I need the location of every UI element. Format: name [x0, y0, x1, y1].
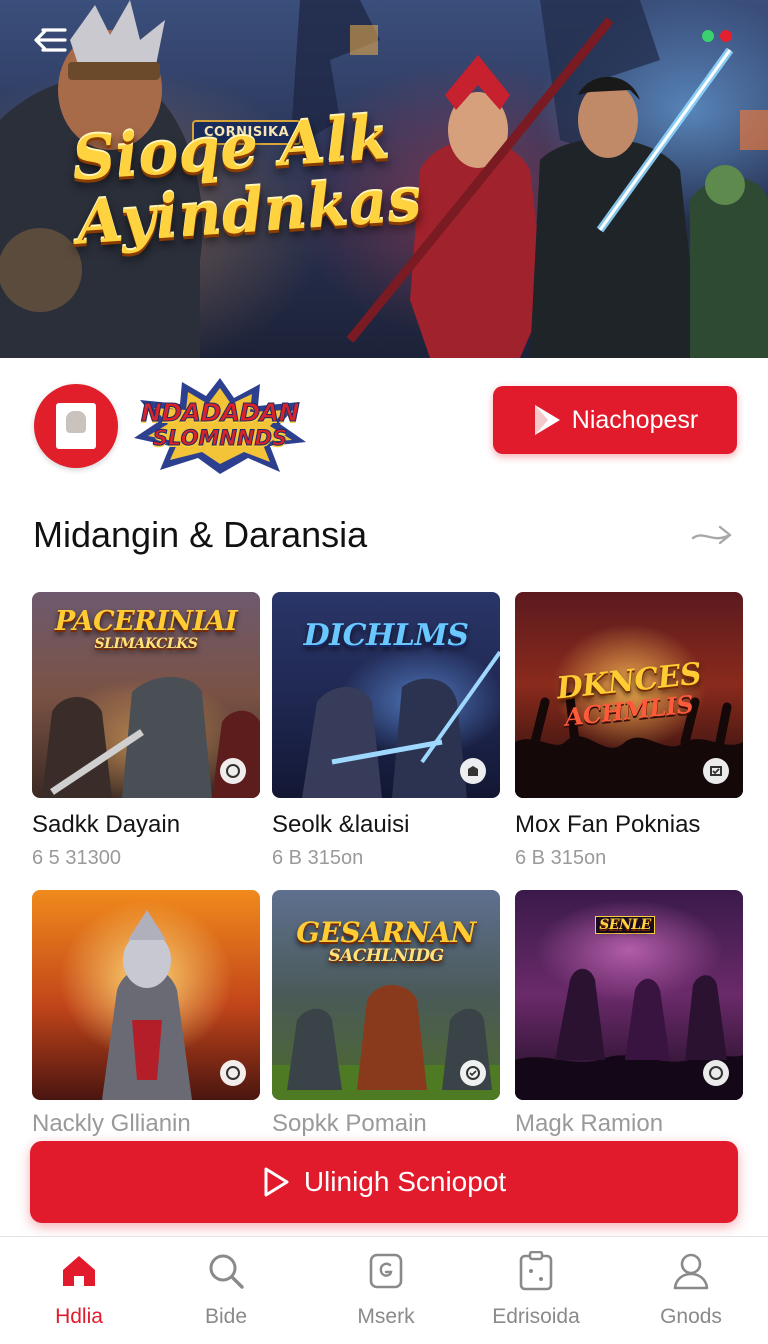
- badge-icon: [460, 1060, 486, 1086]
- nav-label: Mserk: [357, 1305, 415, 1328]
- game-name: Nackly Gllianin: [32, 1110, 191, 1137]
- game-card[interactable]: Nackly Gllianin: [32, 890, 260, 1138]
- game-name: Sopkk Pomain: [272, 1110, 427, 1137]
- game-thumbnail: DICHLMS: [272, 592, 500, 798]
- play-icon: [532, 403, 562, 437]
- game-thumbnail: PACERINIAI SLIMAKCLKS: [32, 592, 260, 798]
- profile-icon: [671, 1251, 711, 1291]
- thumbnail-title: DICHLMS: [303, 618, 469, 653]
- thumbnail-subtitle: SLIMAKCLKS: [94, 636, 198, 652]
- nav-item-search[interactable]: Bide: [156, 1251, 296, 1337]
- section-header: Midangin & Daransia: [0, 500, 768, 570]
- game-meta: 6 B 315on: [272, 847, 364, 869]
- thumbnail-title: GESARNAN: [296, 916, 476, 949]
- game-card[interactable]: DKNCES ACHMLIS Mox Fan Poknias 6 B 315on: [515, 592, 743, 870]
- back-arrow-icon: [34, 28, 67, 52]
- thumbnail-subtitle: SACHLNIDG: [328, 946, 444, 966]
- game-thumbnail: SENLE: [515, 890, 743, 1100]
- game-card[interactable]: GESARNAN SACHLNIDG Sopkk Pomain: [272, 890, 500, 1138]
- nav-item-note[interactable]: Mserk: [316, 1251, 456, 1337]
- primary-cta-button[interactable]: Ulinigh Scniopot: [30, 1141, 738, 1223]
- game-card[interactable]: DICHLMS Seolk &lauisi 6 B 315on: [272, 592, 500, 870]
- home-icon: [59, 1251, 99, 1291]
- game-name: Magk Ramion: [515, 1110, 664, 1137]
- game-name: Sadkk Dayain: [32, 811, 181, 838]
- clipboard-icon: [516, 1251, 556, 1291]
- badge-icon: [220, 758, 246, 784]
- back-button[interactable]: [28, 22, 72, 58]
- install-button[interactable]: Niachopesr: [493, 386, 737, 454]
- hero-status-dots: [702, 30, 732, 42]
- search-icon: [206, 1251, 246, 1291]
- game-meta: 6 5 31300: [32, 847, 121, 869]
- nav-item-clipboard[interactable]: Edrisoida: [466, 1251, 606, 1337]
- badge-icon: [460, 758, 486, 784]
- nav-label: Bide: [204, 1305, 248, 1328]
- note-icon: [366, 1251, 406, 1291]
- app-info-row: NDADADAN SLOMNNDS Niachopesr: [0, 358, 768, 488]
- app-logo-line1: NDADADAN: [140, 398, 300, 428]
- app-icon[interactable]: [34, 384, 118, 468]
- badge-icon: [703, 758, 729, 784]
- nav-item-profile[interactable]: Gnods: [621, 1251, 761, 1337]
- game-name: Mox Fan Poknias: [515, 811, 701, 838]
- nav-label: Hdlia: [55, 1305, 103, 1328]
- game-card[interactable]: PACERINIAI SLIMAKCLKS Sadkk Dayain 6 5 3…: [32, 592, 260, 870]
- app-logo-line2: SLOMNNDS: [152, 426, 288, 451]
- hero-banner: CORNISIKA Sioqe Alk Ayindnkas: [0, 0, 768, 358]
- section-title: Midangin & Daransia: [33, 514, 368, 555]
- see-all-arrow-icon[interactable]: [690, 520, 734, 550]
- game-thumbnail: DKNCES ACHMLIS: [515, 592, 743, 798]
- badge-icon: [703, 1060, 729, 1086]
- badge-icon: [220, 1060, 246, 1086]
- red-dot: [720, 30, 732, 42]
- thumbnail-title: PACERINIAI: [54, 606, 238, 637]
- nav-item-home[interactable]: Hdlia: [9, 1251, 149, 1337]
- game-meta: 6 B 315on: [515, 847, 607, 869]
- nav-label: Gnods: [660, 1305, 722, 1328]
- hero-title: Sioqe Alk Ayindnkas: [70, 103, 438, 259]
- nav-label: Edrisoida: [492, 1305, 580, 1328]
- thumbnail-title: SENLE: [595, 916, 655, 934]
- game-thumbnail: [32, 890, 260, 1100]
- app-icon-portrait: [56, 403, 96, 449]
- app-logo: NDADADAN SLOMNNDS: [130, 376, 310, 476]
- cta-label: Ulinigh Scniopot: [303, 1166, 507, 1197]
- game-thumbnail: GESARNAN SACHLNIDG: [272, 890, 500, 1100]
- bottom-navigation: Hdlia Bide Mserk Edrisoida Gnods: [0, 1236, 768, 1344]
- play-outline-icon: [262, 1166, 290, 1198]
- green-dot: [702, 30, 714, 42]
- game-name: Seolk &lauisi: [272, 811, 410, 838]
- install-button-label: Niachopesr: [571, 405, 699, 434]
- game-card[interactable]: SENLE Magk Ramion: [515, 890, 743, 1138]
